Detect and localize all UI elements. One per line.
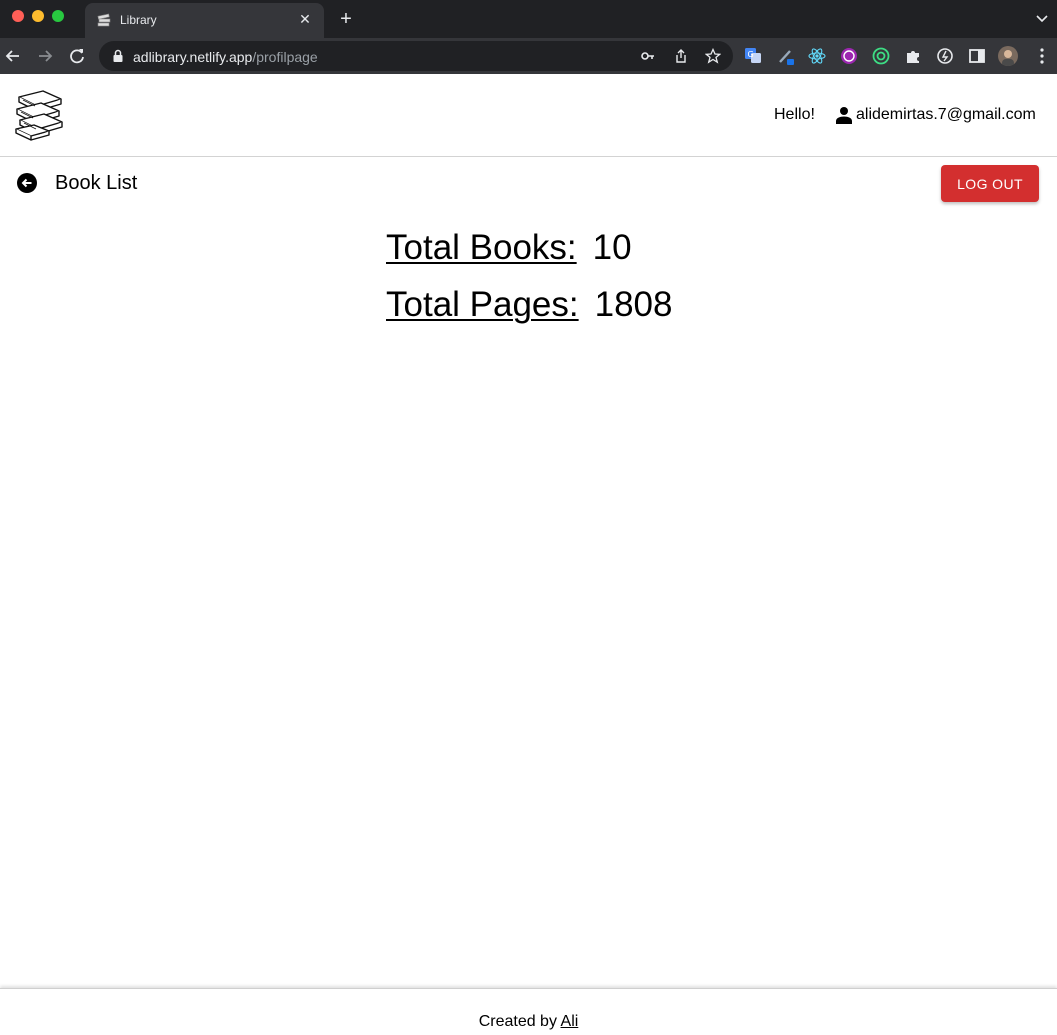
footer-prefix: Created by [478,1013,557,1030]
user-email: alidemirtas.7@gmail.com [856,106,1036,123]
avatar-face-icon [1002,50,1014,66]
footer-credit: Created by Ali [0,1013,1057,1031]
browser-toolbar: adlibrary.netlify.app/profilpage G [0,38,1057,74]
puzzle-icon[interactable] [904,47,922,65]
redux-devtools-icon[interactable] [840,47,858,65]
total-pages-value: 1808 [594,285,673,324]
url-host: adlibrary.netlify.app [133,49,253,65]
address-bar[interactable]: adlibrary.netlify.app/profilpage [99,41,733,71]
person-icon [836,107,852,124]
circle-extension-icon[interactable] [872,47,890,65]
share-icon[interactable] [673,48,689,64]
translate-icon[interactable]: G [744,47,762,65]
logout-button[interactable]: LOG OUT [941,165,1039,202]
refresh-extension-icon[interactable] [936,47,954,65]
sidepanel-icon[interactable] [968,47,986,65]
author-link[interactable]: Ali [561,1013,579,1030]
book-list-link[interactable]: Book List [55,172,137,195]
url-path: /profilpage [252,49,318,65]
site-footer: Created by Ali [0,988,1057,1035]
window-maximize-button[interactable] [52,10,64,22]
books-favicon-icon [97,13,111,27]
tab-close-icon[interactable]: ✕ [296,10,314,28]
total-pages-label: Total Pages: [386,285,579,324]
browser-tab[interactable]: Library ✕ [85,3,324,38]
site-header: Hello! alidemirtas.7@gmail.com [0,74,1057,157]
tab-title: Library [120,13,157,27]
books-stack-icon[interactable] [13,89,66,141]
bookmark-star-icon[interactable] [705,48,721,64]
page-subbar: Book List LOG OUT [0,158,1057,208]
window-close-button[interactable] [12,10,24,22]
window-minimize-button[interactable] [32,10,44,22]
forward-nav-icon[interactable] [34,45,56,67]
back-nav-icon[interactable] [2,45,24,67]
pen-extension-icon[interactable] [777,47,795,65]
tab-search-chevron-icon[interactable] [1035,12,1049,26]
key-icon[interactable] [640,48,656,64]
url-text: adlibrary.netlify.app/profilpage [133,49,318,65]
svg-text:G: G [748,50,754,59]
arrow-left-circle-icon[interactable] [16,172,38,194]
browser-tab-bar: Library ✕ + [0,0,1057,38]
react-devtools-icon[interactable] [808,47,826,65]
new-tab-icon[interactable]: + [336,8,356,30]
total-pages-stat: Total Pages: 1808 [386,285,673,325]
chrome-menu-icon[interactable] [1036,47,1048,65]
profile-avatar[interactable] [998,46,1018,66]
reload-icon[interactable] [66,45,88,67]
total-books-label: Total Books: [386,228,577,267]
greeting-text: Hello! [774,106,815,123]
lock-icon[interactable] [112,49,124,63]
total-books-stat: Total Books: 10 [386,228,632,268]
total-books-value: 10 [592,228,632,267]
